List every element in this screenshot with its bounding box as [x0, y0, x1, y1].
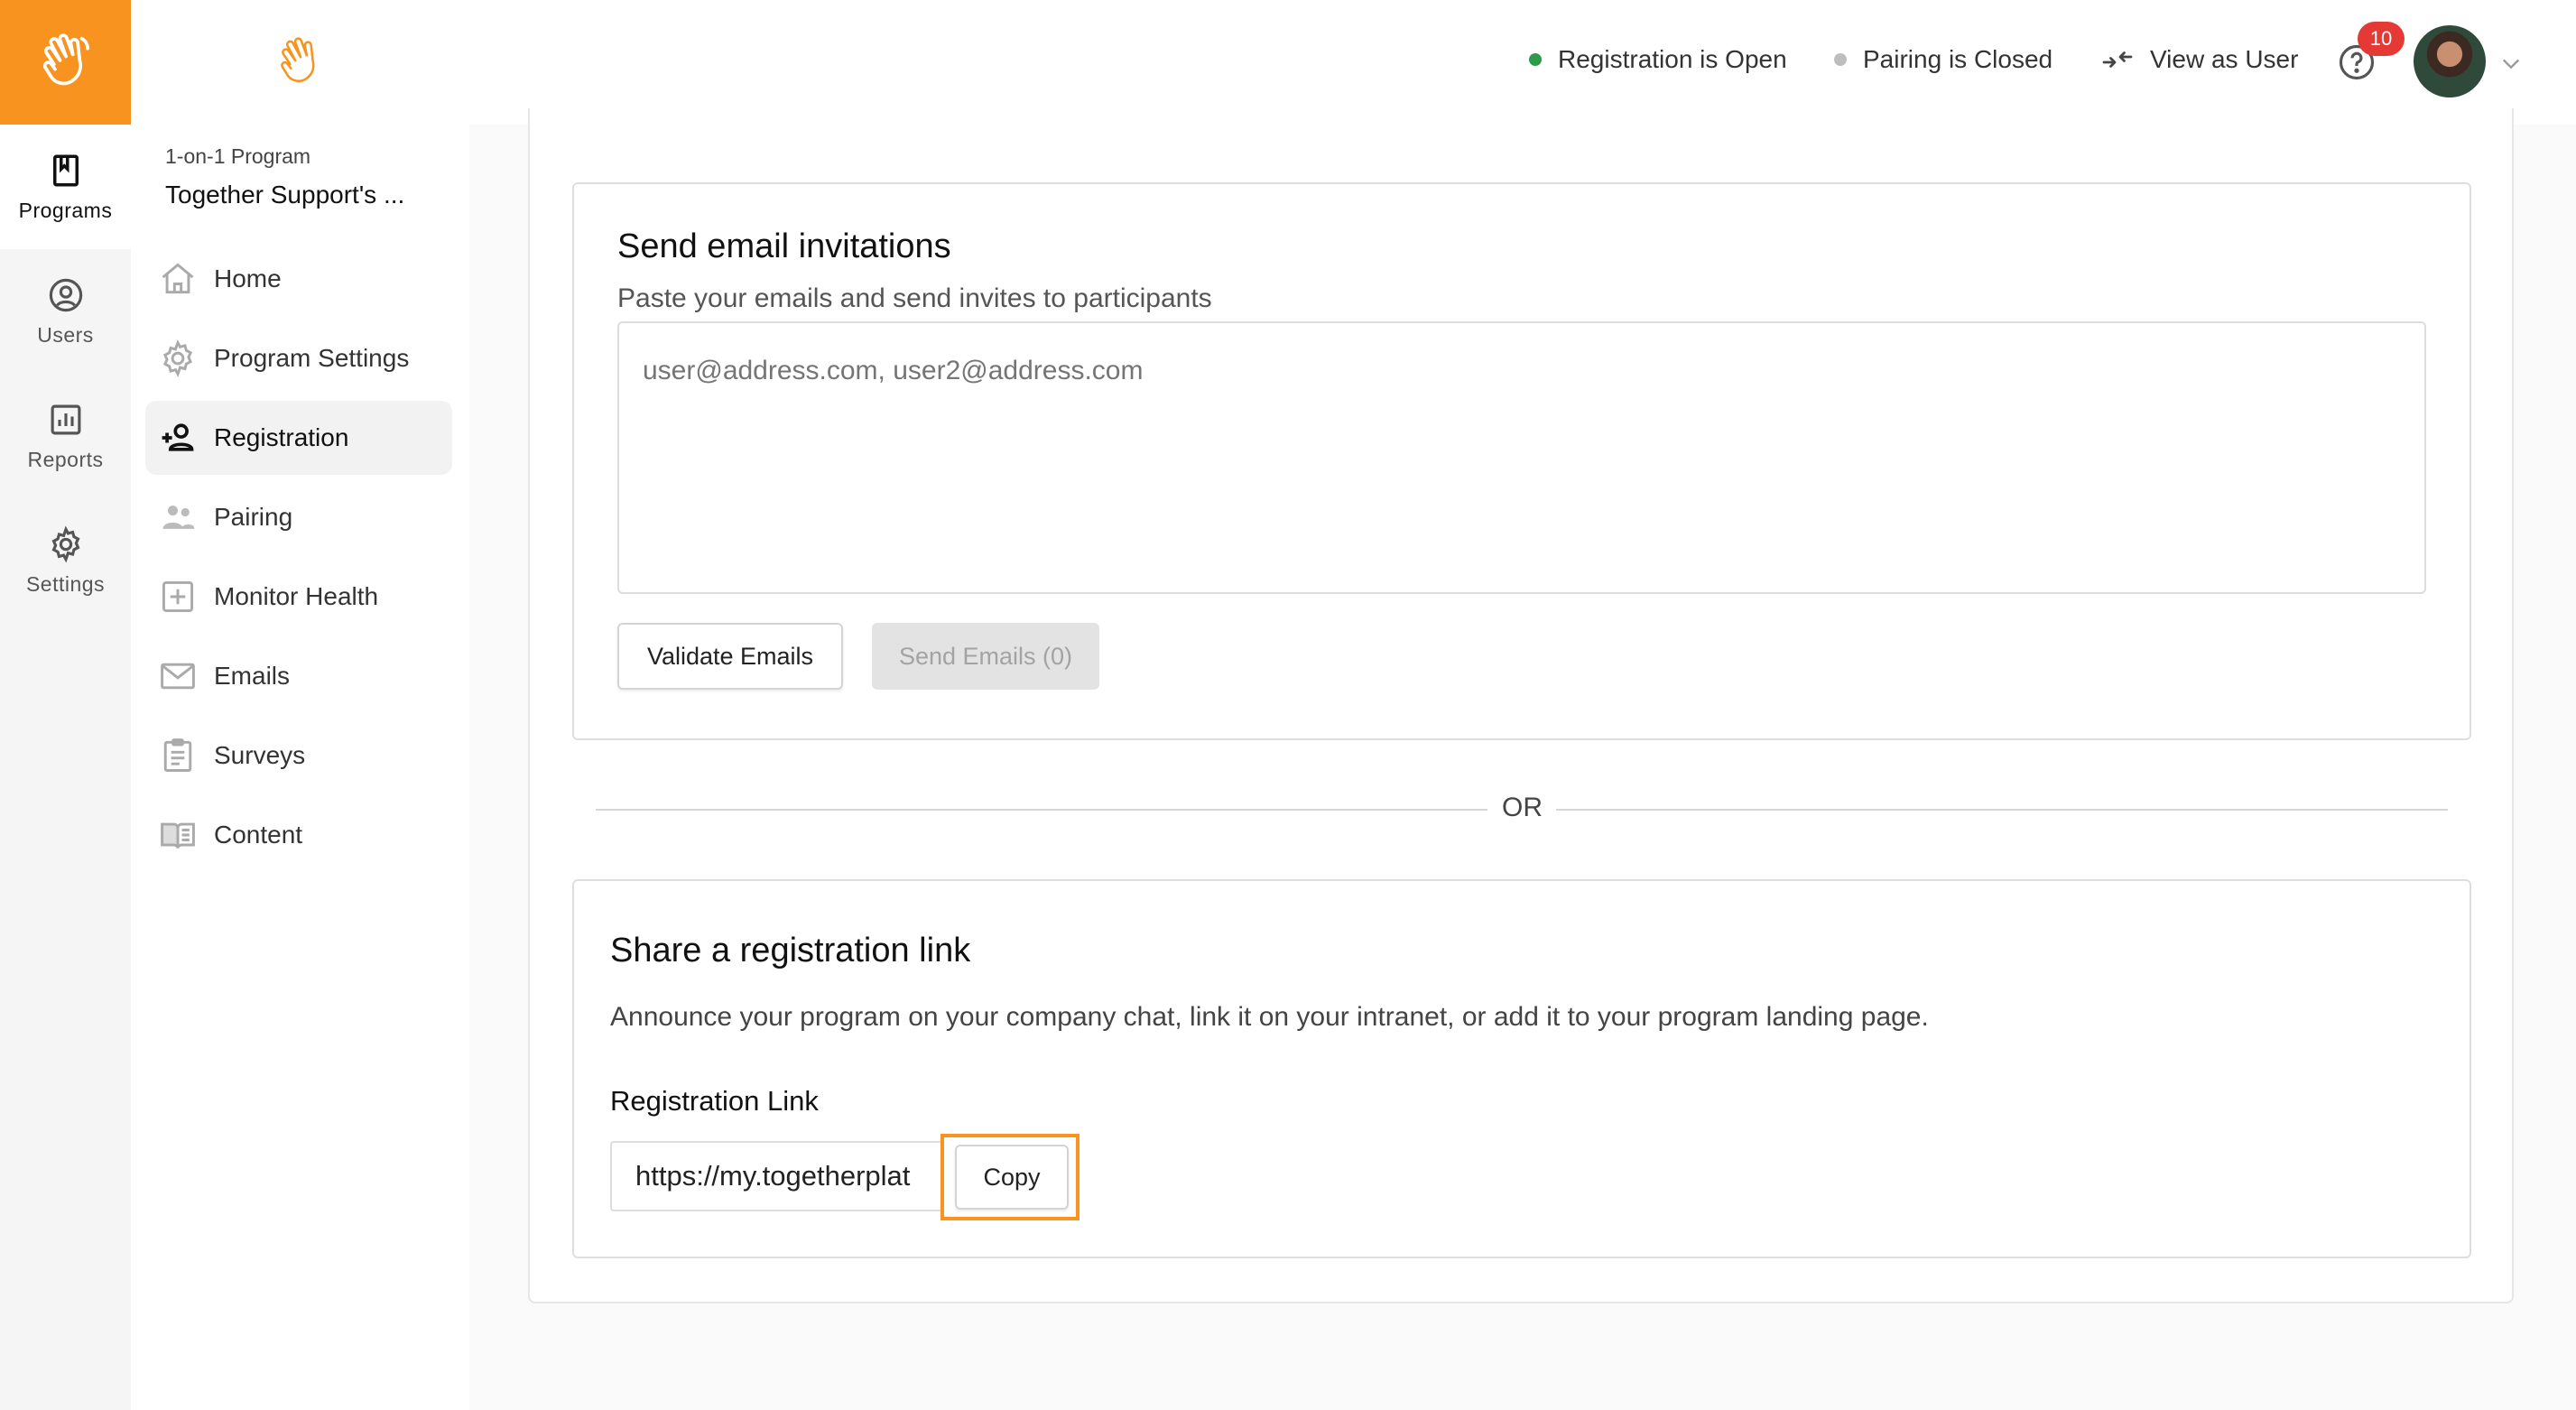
nav-item-label: Pairing	[214, 503, 293, 531]
envelope-icon	[161, 663, 195, 690]
program-nav: Home Program Settings Registration Pairi…	[145, 242, 452, 877]
rail-item-settings[interactable]: Settings	[0, 498, 131, 623]
nav-item-label: Surveys	[214, 741, 306, 769]
icon-rail: Programs Users Reports Settings	[0, 0, 131, 1410]
rail-item-label: Users	[37, 322, 94, 347]
bar-chart-icon	[51, 404, 80, 434]
program-name: Together Support's ...	[165, 181, 405, 209]
divider-left	[596, 809, 1487, 811]
add-person-icon	[162, 423, 194, 451]
waving-hand-icon	[280, 37, 315, 82]
rail-item-label: Settings	[25, 571, 106, 596]
registration-status-label: Registration is Open	[1558, 45, 1787, 73]
invite-subtitle: Paste your emails and send invites to pa…	[617, 283, 1212, 313]
nav-item-label: Registration	[214, 423, 349, 451]
nav-item-program-settings[interactable]: Program Settings	[145, 321, 452, 395]
nav-item-label: Content	[214, 821, 303, 849]
nav-item-label: Program Settings	[214, 344, 410, 372]
swap-arrows-icon	[2102, 51, 2133, 68]
waving-hand-icon	[42, 33, 89, 86]
gear-icon	[162, 339, 193, 378]
nav-item-monitor-health[interactable]: Monitor Health	[145, 560, 452, 634]
clipboard-icon	[163, 738, 192, 772]
program-kind: 1-on-1 Program	[165, 144, 311, 168]
nav-item-registration[interactable]: Registration	[145, 401, 452, 475]
nav-item-surveys[interactable]: Surveys	[145, 719, 452, 793]
email-input[interactable]	[617, 321, 2426, 594]
rail-item-label: Reports	[27, 447, 104, 471]
rail-item-label: Programs	[18, 198, 113, 222]
app-logo[interactable]	[0, 0, 131, 125]
send-emails-button[interactable]: Send Emails (0)	[872, 623, 1099, 690]
nav-item-emails[interactable]: Emails	[145, 639, 452, 713]
avatar[interactable]	[2414, 25, 2486, 97]
program-logo[interactable]	[131, 0, 469, 125]
share-description: Announce your program on your company ch…	[610, 1002, 1929, 1032]
program-sidebar: 1-on-1 Program Together Support's ... Ho…	[131, 0, 469, 1410]
chevron-down-icon[interactable]	[2498, 51, 2524, 76]
pairing-status[interactable]: Pairing is Closed	[1834, 45, 2052, 74]
home-icon	[162, 263, 194, 294]
view-as-user-label: View as User	[2150, 45, 2299, 73]
validate-emails-button[interactable]: Validate Emails	[617, 623, 843, 690]
book-icon	[161, 822, 195, 849]
registration-status[interactable]: Registration is Open	[1529, 45, 1787, 74]
nav-item-content[interactable]: Content	[145, 798, 452, 872]
rail-item-users[interactable]: Users	[0, 249, 131, 374]
registration-link-label: Registration Link	[610, 1085, 819, 1117]
registration-link-field[interactable]: https://my.togetherplat	[610, 1141, 944, 1211]
people-icon	[162, 506, 195, 529]
invite-title: Send email invitations	[617, 227, 951, 265]
status-dot-closed	[1834, 53, 1847, 66]
status-dot-open	[1529, 53, 1542, 66]
gear-icon	[51, 524, 80, 563]
rail-item-programs[interactable]: Programs	[0, 125, 131, 249]
nav-item-label: Home	[214, 264, 282, 292]
divider-right	[1556, 809, 2448, 811]
view-as-user-button[interactable]: View as User	[2101, 45, 2298, 74]
rail-item-reports[interactable]: Reports	[0, 374, 131, 498]
copy-button[interactable]: Copy	[955, 1145, 1069, 1210]
nav-item-pairing[interactable]: Pairing	[145, 480, 452, 554]
notification-badge[interactable]: 10	[2358, 22, 2405, 56]
nav-item-label: Emails	[214, 662, 291, 690]
user-circle-icon	[49, 278, 82, 311]
bookmark-icon	[52, 154, 79, 186]
nav-item-home[interactable]: Home	[145, 242, 452, 316]
pairing-status-label: Pairing is Closed	[1863, 45, 2053, 73]
or-divider-label: OR	[1502, 793, 1543, 822]
nav-item-label: Monitor Health	[214, 582, 379, 610]
share-title: Share a registration link	[610, 932, 971, 969]
plus-square-icon	[162, 580, 194, 613]
